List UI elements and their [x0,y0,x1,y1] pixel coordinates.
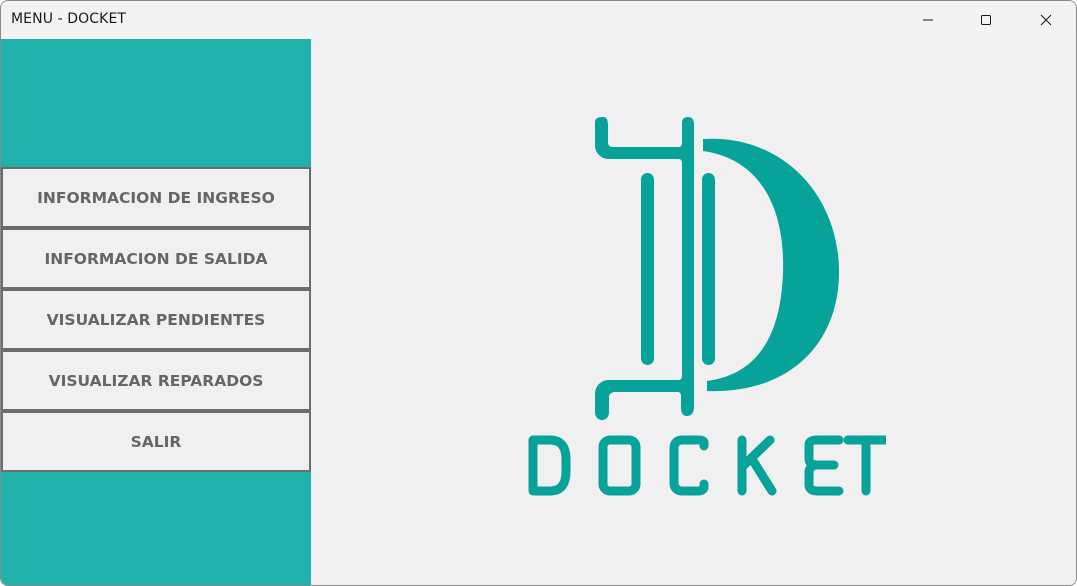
maximize-button[interactable] [957,1,1015,39]
window-title: MENU - DOCKET [11,11,127,27]
docket-wordmark [528,435,886,496]
maximize-icon [980,14,992,26]
title-bar: MENU - DOCKET [1,1,1076,39]
docket-logo-icon [595,117,839,420]
minimize-icon [922,14,934,26]
menu-button-salir[interactable]: SALIR [1,411,311,472]
close-button[interactable] [1017,1,1075,39]
menu-button-informacion-salida[interactable]: INFORMACION DE SALIDA [1,228,311,289]
close-icon [1040,14,1052,26]
main-panel [311,39,1076,585]
sidebar: INFORMACION DE INGRESO INFORMACION DE SA… [1,39,311,585]
menu-button-visualizar-pendientes[interactable]: VISUALIZAR PENDIENTES [1,289,311,350]
menu-button-visualizar-reparados[interactable]: VISUALIZAR REPARADOS [1,350,311,411]
app-window: MENU - DOCKET INFORMACION DE INGRESO INF… [0,0,1077,586]
menu-button-informacion-ingreso[interactable]: INFORMACION DE INGRESO [1,167,311,228]
minimize-button[interactable] [899,1,957,39]
